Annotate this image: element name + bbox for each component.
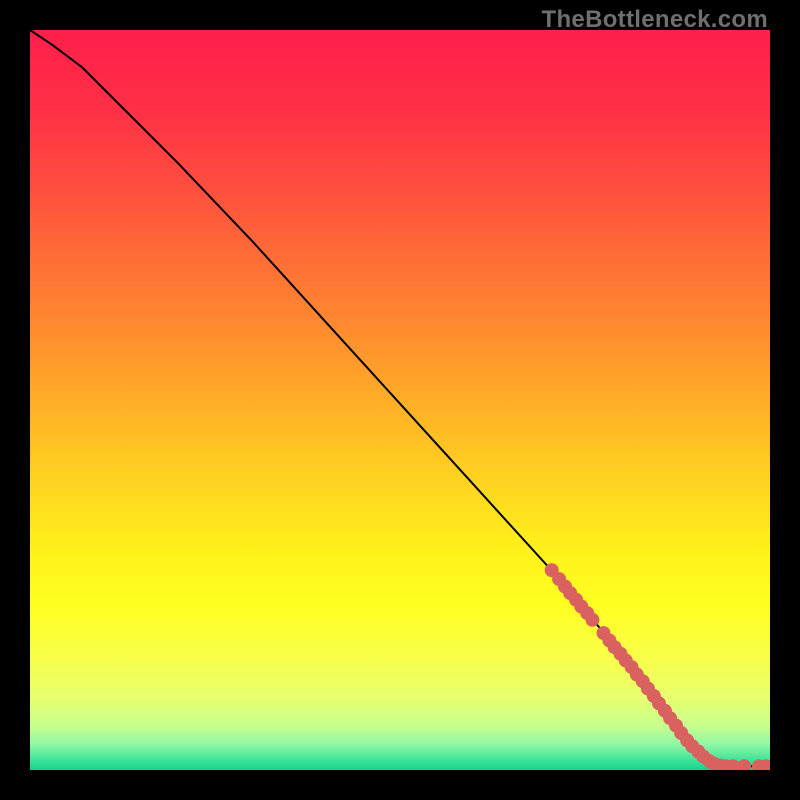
chart-frame: TheBottleneck.com [0,0,800,800]
data-marker [585,613,599,627]
plot-area [30,30,770,770]
chart-svg [30,30,770,770]
gradient-background [30,30,770,770]
